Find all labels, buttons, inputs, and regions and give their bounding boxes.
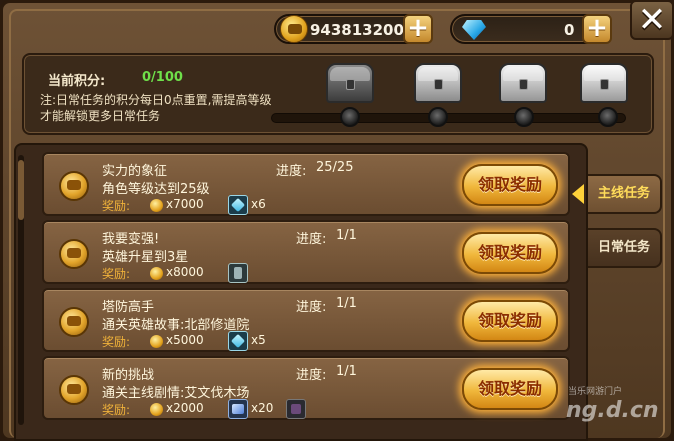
gold-coin-icon bbox=[280, 15, 308, 43]
task-title: 实力的象征 bbox=[102, 164, 168, 179]
progress-label: 进度: bbox=[296, 300, 327, 315]
gold-coin-icon bbox=[150, 199, 163, 212]
reward-gold-amount: x7000 bbox=[166, 197, 204, 211]
task-description: 角色等级达到25级 bbox=[102, 182, 210, 197]
tab-daily-quests[interactable]: 日常任务 bbox=[588, 228, 662, 268]
ornate-chest-icon[interactable] bbox=[499, 63, 547, 103]
medal-icon bbox=[59, 375, 89, 405]
gold-coin-icon bbox=[150, 403, 163, 416]
watermark-logo: ng.d.cn bbox=[566, 398, 659, 423]
medal-icon bbox=[59, 239, 89, 269]
reward-gold-amount: x8000 bbox=[166, 265, 204, 279]
milestone-knob-1 bbox=[340, 107, 360, 127]
milestone-knob-3 bbox=[514, 107, 534, 127]
claim-reward-button[interactable]: 领取奖励 bbox=[462, 164, 558, 206]
task-description: 通关英雄故事:北部修道院 bbox=[102, 318, 250, 333]
claim-reward-button[interactable]: 领取奖励 bbox=[462, 232, 558, 274]
blade-icon bbox=[228, 331, 248, 351]
medal-icon bbox=[59, 171, 89, 201]
score-panel: 当前积分: 0/100 注:日常任务的积分每日0点重置,需提高等级才能解锁更多日… bbox=[22, 53, 654, 135]
milestone-knob-4 bbox=[598, 107, 618, 127]
reward-label: 奖励: bbox=[102, 267, 131, 281]
task-description: 英雄升星到3星 bbox=[102, 250, 189, 265]
reward-label: 奖励: bbox=[102, 335, 131, 349]
armor-icon bbox=[228, 263, 248, 283]
task-description: 通关主线剧情:艾文伐木场 bbox=[102, 386, 250, 401]
score-progress-track bbox=[271, 113, 626, 123]
reward-item-count: x20 bbox=[251, 401, 274, 415]
task-title: 我要变强! bbox=[102, 232, 160, 247]
gold-coin-icon bbox=[150, 335, 163, 348]
progress-label: 进度: bbox=[276, 164, 307, 179]
active-tab-arrow-icon bbox=[572, 184, 584, 204]
reward-gold-amount: x2000 bbox=[166, 401, 204, 415]
add-gems-button[interactable]: + bbox=[582, 14, 612, 44]
task-title: 塔防高手 bbox=[102, 300, 155, 315]
progress-value: 25/25 bbox=[316, 160, 354, 175]
dark-item-icon bbox=[286, 399, 306, 419]
gem-amount: 0 bbox=[564, 21, 575, 39]
task-title: 新的挑战 bbox=[102, 368, 155, 383]
claim-reward-button[interactable]: 领取奖励 bbox=[462, 368, 558, 410]
progress-value: 1/1 bbox=[336, 364, 357, 379]
reward-item-count: x6 bbox=[251, 197, 266, 211]
progress-value: 1/1 bbox=[336, 296, 357, 311]
task-row: 塔防高手 进度: 1/1 通关英雄故事:北部修道院 奖励: x5000 x5 领… bbox=[42, 288, 570, 352]
watermark-subtitle: 当乐网游门户 bbox=[568, 387, 623, 397]
gem-icon bbox=[228, 399, 248, 419]
progress-label: 进度: bbox=[296, 368, 327, 383]
diamond-icon bbox=[462, 20, 486, 40]
score-label: 当前积分: bbox=[48, 74, 106, 89]
watermark: 当乐网游门户 ng.d.cn bbox=[560, 382, 670, 438]
progress-value: 1/1 bbox=[336, 228, 357, 243]
gold-coin-icon bbox=[150, 267, 163, 280]
progress-label: 进度: bbox=[296, 232, 327, 247]
reward-item-count: x5 bbox=[251, 333, 266, 347]
score-value: 0/100 bbox=[142, 70, 183, 85]
task-row: 我要变强! 进度: 1/1 英雄升星到3星 奖励: x8000 领取奖励 bbox=[42, 220, 570, 284]
scrollbar-thumb[interactable] bbox=[18, 160, 24, 220]
medal-icon bbox=[59, 307, 89, 337]
score-note: 注:日常任务的积分每日0点重置,需提高等级才能解锁更多日常任务 bbox=[40, 93, 272, 123]
silver-chest-icon[interactable] bbox=[414, 63, 462, 103]
tab-main-quests[interactable]: 主线任务 bbox=[588, 174, 662, 214]
reward-gold-amount: x5000 bbox=[166, 333, 204, 347]
reward-label: 奖励: bbox=[102, 199, 131, 213]
task-row: 实力的象征 进度: 25/25 角色等级达到25级 奖励: x7000 x6 领… bbox=[42, 152, 570, 216]
reward-label: 奖励: bbox=[102, 403, 131, 417]
add-gold-button[interactable]: + bbox=[403, 14, 433, 44]
blade-icon bbox=[228, 195, 248, 215]
task-row: 新的挑战 进度: 1/1 通关主线剧情:艾文伐木场 奖励: x2000 x20 … bbox=[42, 356, 570, 420]
royal-chest-icon[interactable] bbox=[580, 63, 628, 103]
gold-amount: 943813200 bbox=[310, 21, 404, 39]
claim-reward-button[interactable]: 领取奖励 bbox=[462, 300, 558, 342]
iron-chest-icon[interactable] bbox=[326, 63, 374, 103]
milestone-knob-2 bbox=[428, 107, 448, 127]
close-button[interactable]: ✕ bbox=[630, 0, 674, 40]
